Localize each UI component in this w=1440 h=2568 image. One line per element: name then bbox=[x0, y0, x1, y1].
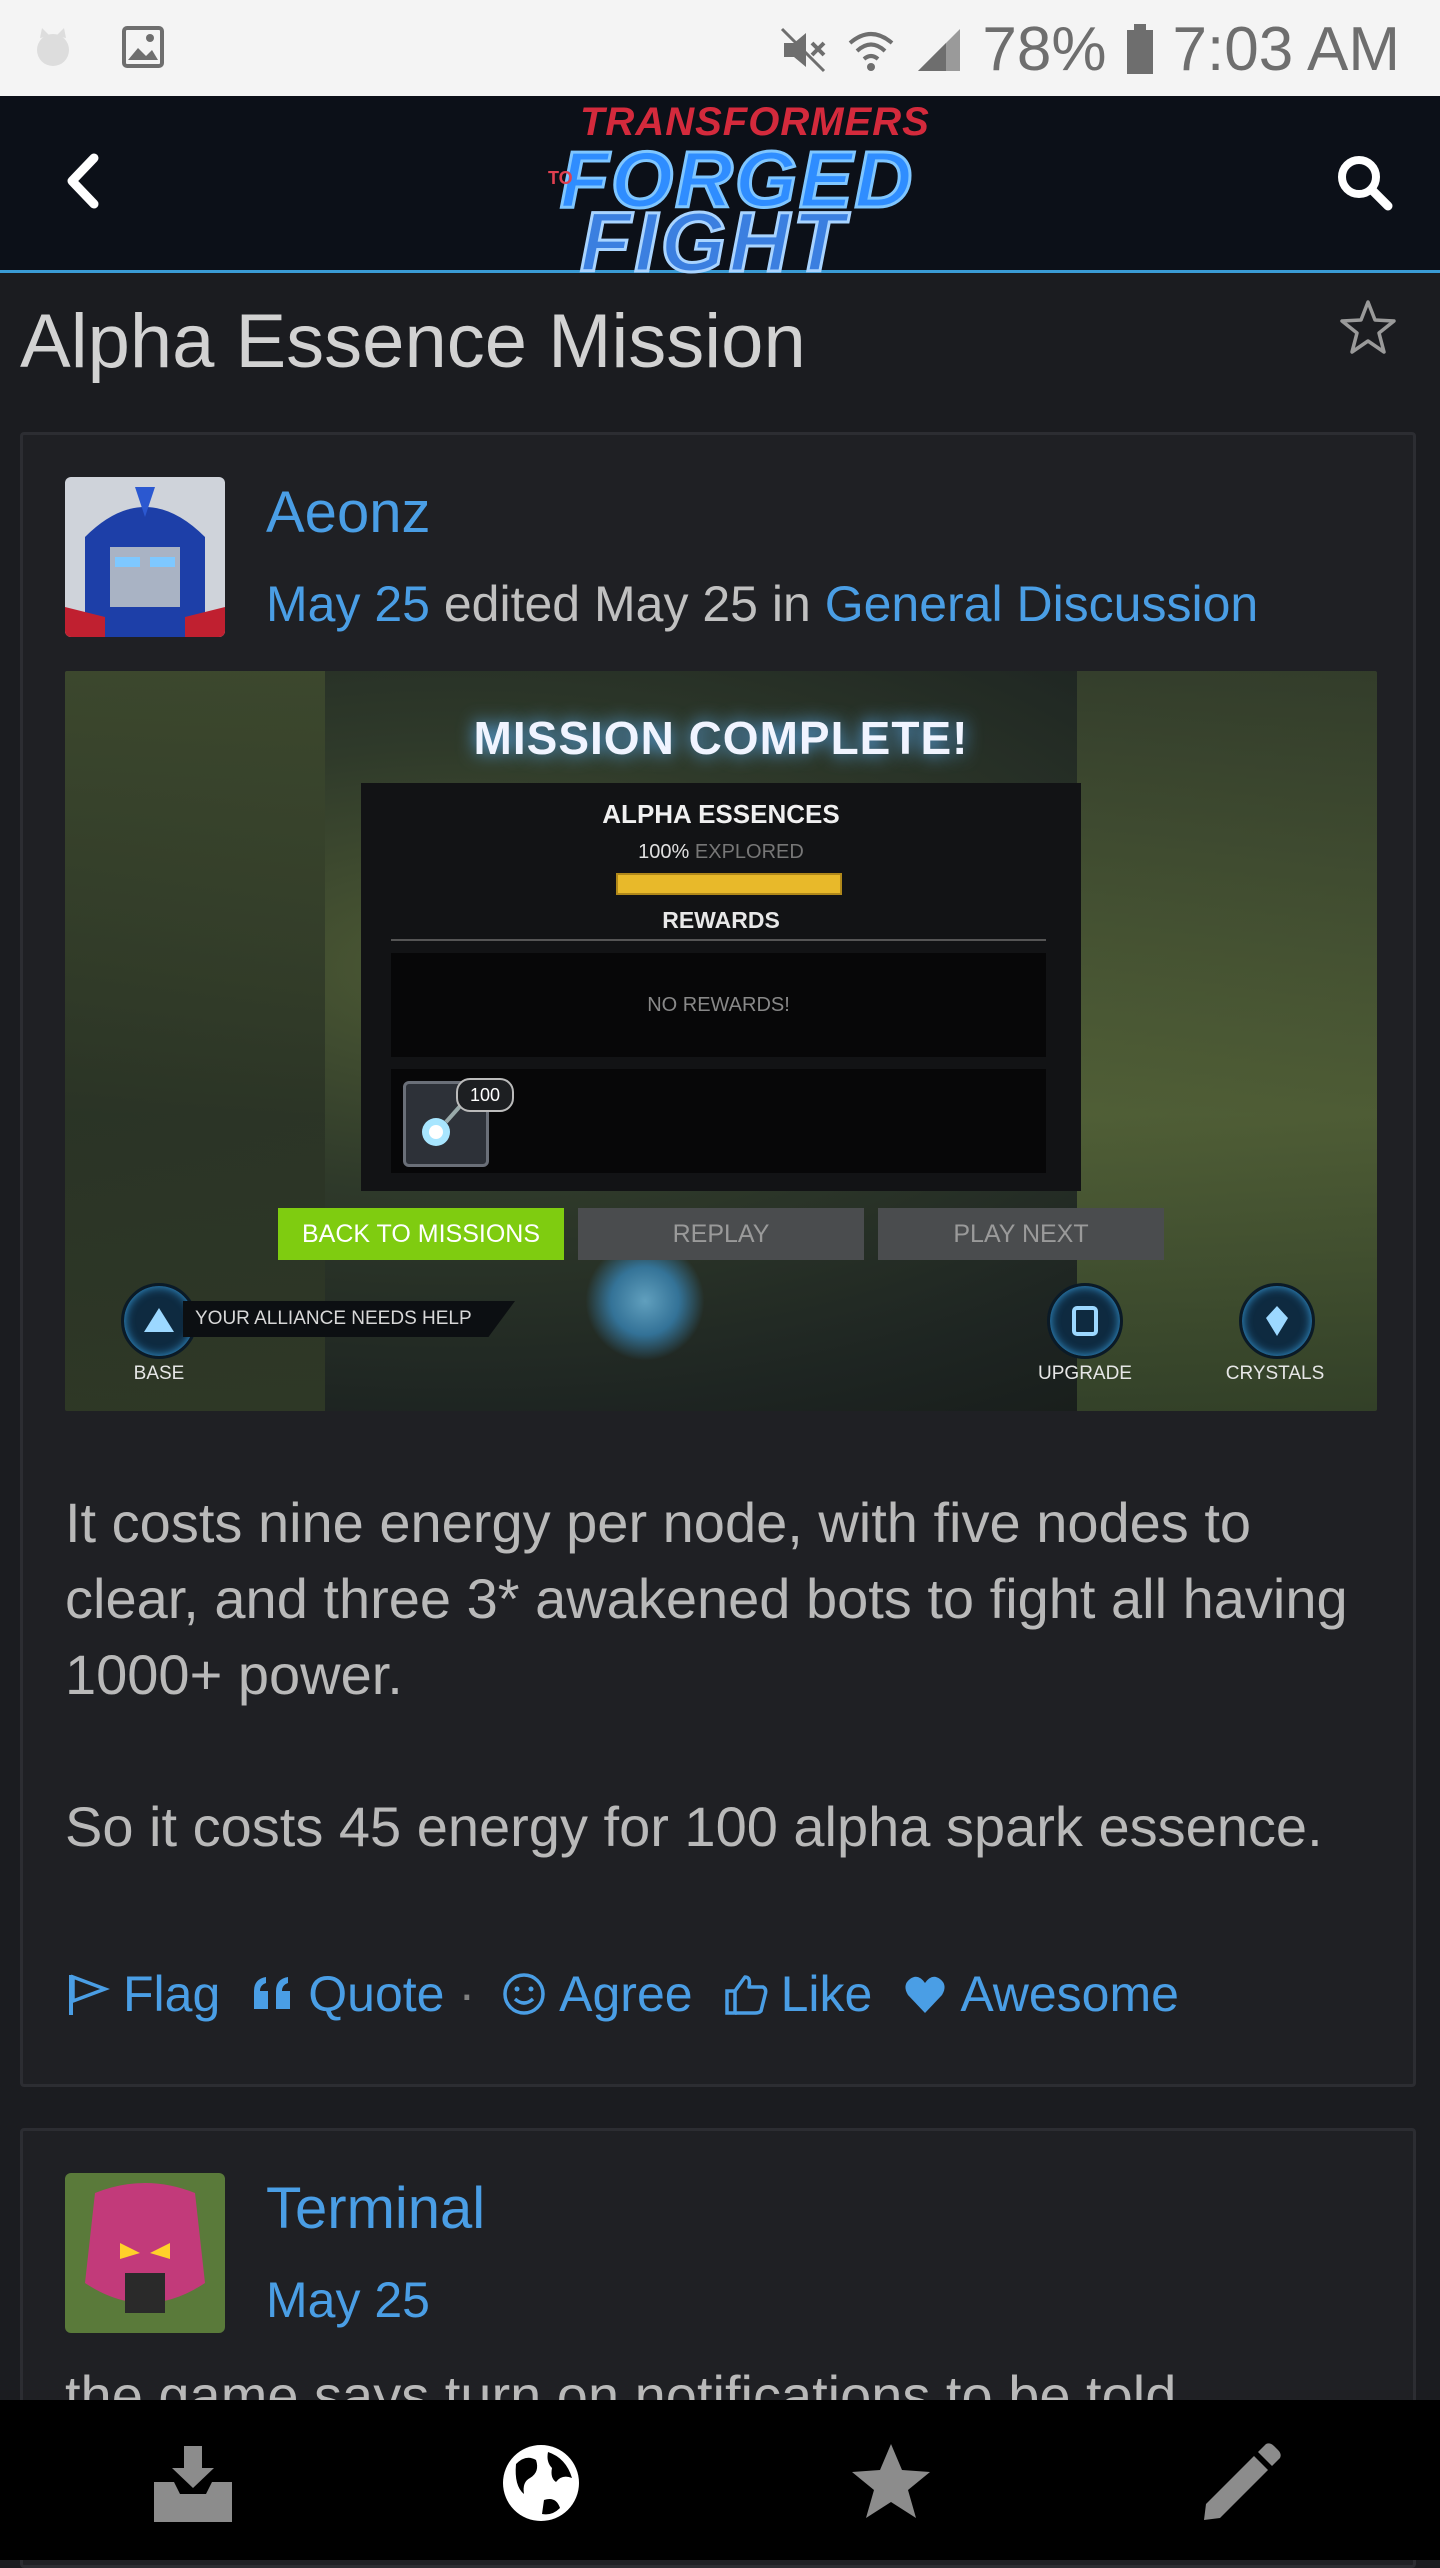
battery-percent: 78% bbox=[982, 15, 1107, 84]
bottom-navigation bbox=[0, 2400, 1440, 2560]
item-count-badge: 100 bbox=[456, 1078, 514, 1112]
post-author[interactable]: Terminal bbox=[266, 2175, 485, 2242]
explored-text: 100% EXPLORED bbox=[638, 841, 804, 863]
essence-item-icon: 100 bbox=[403, 1078, 514, 1167]
post-meta: May 25 edited May 25 in General Discussi… bbox=[266, 575, 1258, 633]
post-author[interactable]: Aeonz bbox=[266, 479, 430, 546]
awesome-button[interactable]: Awesome bbox=[902, 1965, 1179, 2023]
no-rewards-box: NO REWARDS! bbox=[391, 953, 1046, 1057]
page-title: Alpha Essence Mission bbox=[20, 299, 806, 384]
quote-icon bbox=[254, 1977, 291, 2009]
inbox-download-icon[interactable] bbox=[148, 2438, 238, 2528]
back-arrow-icon[interactable] bbox=[50, 146, 120, 216]
avatar[interactable] bbox=[65, 477, 225, 637]
crystals-label: CRYSTALS bbox=[1225, 1363, 1325, 1384]
mute-icon bbox=[781, 27, 826, 72]
favorites-star-icon[interactable] bbox=[846, 2438, 936, 2528]
avatar[interactable] bbox=[65, 2173, 225, 2333]
explored-progress-bar bbox=[616, 873, 842, 895]
post-date[interactable]: May 25 bbox=[266, 576, 430, 632]
play-next-button: PLAY NEXT bbox=[878, 1208, 1164, 1260]
optimus-avatar-image bbox=[65, 477, 225, 637]
like-button[interactable]: Like bbox=[723, 1965, 872, 2023]
mission-complete-screenshot[interactable]: MISSION COMPLETE! ALPHA ESSENCES 100% EX… bbox=[65, 671, 1377, 1411]
back-to-missions-button: BACK TO MISSIONS bbox=[278, 1208, 564, 1260]
post-meta: May 25 bbox=[266, 2271, 430, 2329]
upgrade-label: UPGRADE bbox=[1038, 1363, 1132, 1384]
post-paragraph: It costs nine energy per node, with five… bbox=[65, 1491, 1348, 1706]
upgrade-icon bbox=[1047, 1283, 1123, 1359]
post-body: It costs nine energy per node, with five… bbox=[65, 1485, 1385, 1941]
post-card: Aeonz May 25 edited May 25 in General Di… bbox=[20, 432, 1416, 2087]
base-label: BASE bbox=[133, 1363, 185, 1384]
battery-icon bbox=[1126, 23, 1153, 74]
terminal-avatar-image bbox=[65, 2173, 225, 2333]
clock: 7:03 AM bbox=[1172, 15, 1400, 84]
mission-panel: ALPHA ESSENCES 100% EXPLORED REWARDS NO … bbox=[361, 783, 1081, 1191]
bookmark-star-icon[interactable] bbox=[1336, 296, 1400, 360]
smile-icon bbox=[503, 1973, 545, 2015]
section-title: ALPHA ESSENCES bbox=[602, 799, 840, 829]
action-separator: · bbox=[458, 1966, 476, 2022]
category-link[interactable]: General Discussion bbox=[825, 576, 1259, 632]
rewards-header: REWARDS bbox=[662, 907, 780, 933]
thumbs-up-icon bbox=[724, 1975, 767, 2015]
status-bar: 78% 7:03 AM bbox=[0, 0, 1440, 96]
post-paragraph: So it costs 45 energy for 100 alpha spar… bbox=[65, 1795, 1323, 1858]
edited-text: edited May 25 in bbox=[443, 576, 811, 632]
search-icon[interactable] bbox=[1330, 148, 1400, 218]
signal-icon bbox=[918, 28, 961, 71]
replay-button: REPLAY bbox=[578, 1208, 864, 1260]
cat-notification-icon bbox=[37, 28, 69, 66]
quote-button[interactable]: Quote bbox=[250, 1965, 444, 2023]
flag-icon bbox=[69, 1974, 110, 2015]
app-bar: TRANSFORMERS FORGED TO FIGHT bbox=[0, 96, 1440, 291]
crystals-icon bbox=[1239, 1283, 1315, 1359]
image-notification-icon bbox=[122, 26, 164, 68]
compose-pencil-icon[interactable] bbox=[1196, 2438, 1286, 2528]
post-actions: Flag Quote · Agree Like Awesome bbox=[65, 1965, 1209, 2023]
wifi-icon bbox=[849, 31, 894, 71]
globe-icon[interactable] bbox=[496, 2438, 586, 2528]
flag-button[interactable]: Flag bbox=[65, 1965, 220, 2023]
reward-item-box: 100 bbox=[391, 1069, 1046, 1173]
alliance-alert: YOUR ALLIANCE NEEDS HELP bbox=[183, 1301, 515, 1337]
agree-button[interactable]: Agree bbox=[501, 1965, 693, 2023]
app-logo[interactable]: TRANSFORMERS FORGED TO FIGHT bbox=[540, 96, 929, 291]
post-date[interactable]: May 25 bbox=[266, 2272, 430, 2328]
heart-icon bbox=[905, 1976, 945, 2013]
mission-title: MISSION COMPLETE! bbox=[473, 712, 969, 764]
